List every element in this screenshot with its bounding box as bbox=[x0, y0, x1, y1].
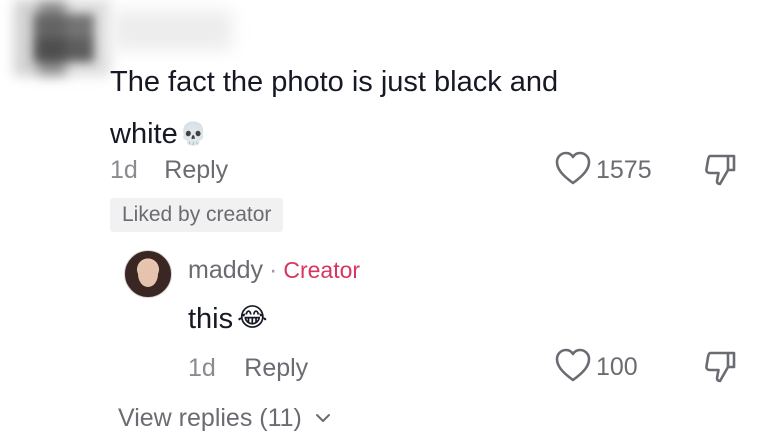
heart-icon bbox=[554, 347, 592, 388]
reply-like-button[interactable]: 100 bbox=[554, 347, 638, 388]
skull-emoji: 💀 bbox=[179, 121, 208, 146]
view-replies-label: View replies (11) bbox=[118, 404, 302, 432]
heart-icon bbox=[554, 150, 592, 191]
separator-dot: · bbox=[269, 256, 278, 284]
comment-age: 1d bbox=[110, 156, 138, 184]
reply-text: this 😂 bbox=[188, 302, 268, 336]
commenter-name-blurred bbox=[112, 10, 232, 50]
comment-reply-button[interactable]: Reply bbox=[164, 156, 228, 184]
reply-dislike-button[interactable] bbox=[702, 349, 738, 390]
comment-like-count: 1575 bbox=[596, 156, 652, 184]
reply-reply-button[interactable]: Reply bbox=[244, 354, 308, 382]
liked-by-creator-badge: Liked by creator bbox=[110, 198, 284, 232]
reply-avatar[interactable] bbox=[124, 250, 172, 298]
avatar-face bbox=[138, 261, 158, 287]
reply-age: 1d bbox=[188, 354, 216, 382]
commenter-avatar-blurred-detail bbox=[34, 14, 94, 62]
comment-dislike-button[interactable] bbox=[702, 152, 738, 193]
creator-tag: Creator bbox=[283, 257, 361, 283]
comment-like-button[interactable]: 1575 bbox=[554, 150, 652, 191]
reply-author-name[interactable]: maddy bbox=[188, 256, 263, 284]
thumbs-down-icon bbox=[702, 154, 738, 192]
comment-body: The fact the photo is just black and whi… bbox=[110, 66, 559, 150]
thumbs-down-icon bbox=[702, 351, 738, 389]
reply-meta: 1d Reply bbox=[188, 354, 308, 383]
reply-header: maddy · Creator bbox=[188, 256, 360, 285]
comment-meta: 1d Reply bbox=[110, 156, 228, 185]
view-replies-button[interactable]: View replies (11) bbox=[118, 402, 331, 433]
reply-like-count: 100 bbox=[596, 353, 638, 381]
chevron-down-icon bbox=[315, 402, 331, 431]
comment-text: The fact the photo is just black and whi… bbox=[110, 56, 630, 160]
laughing-emoji: 😂 bbox=[237, 302, 268, 332]
reply-body: this bbox=[188, 303, 234, 335]
